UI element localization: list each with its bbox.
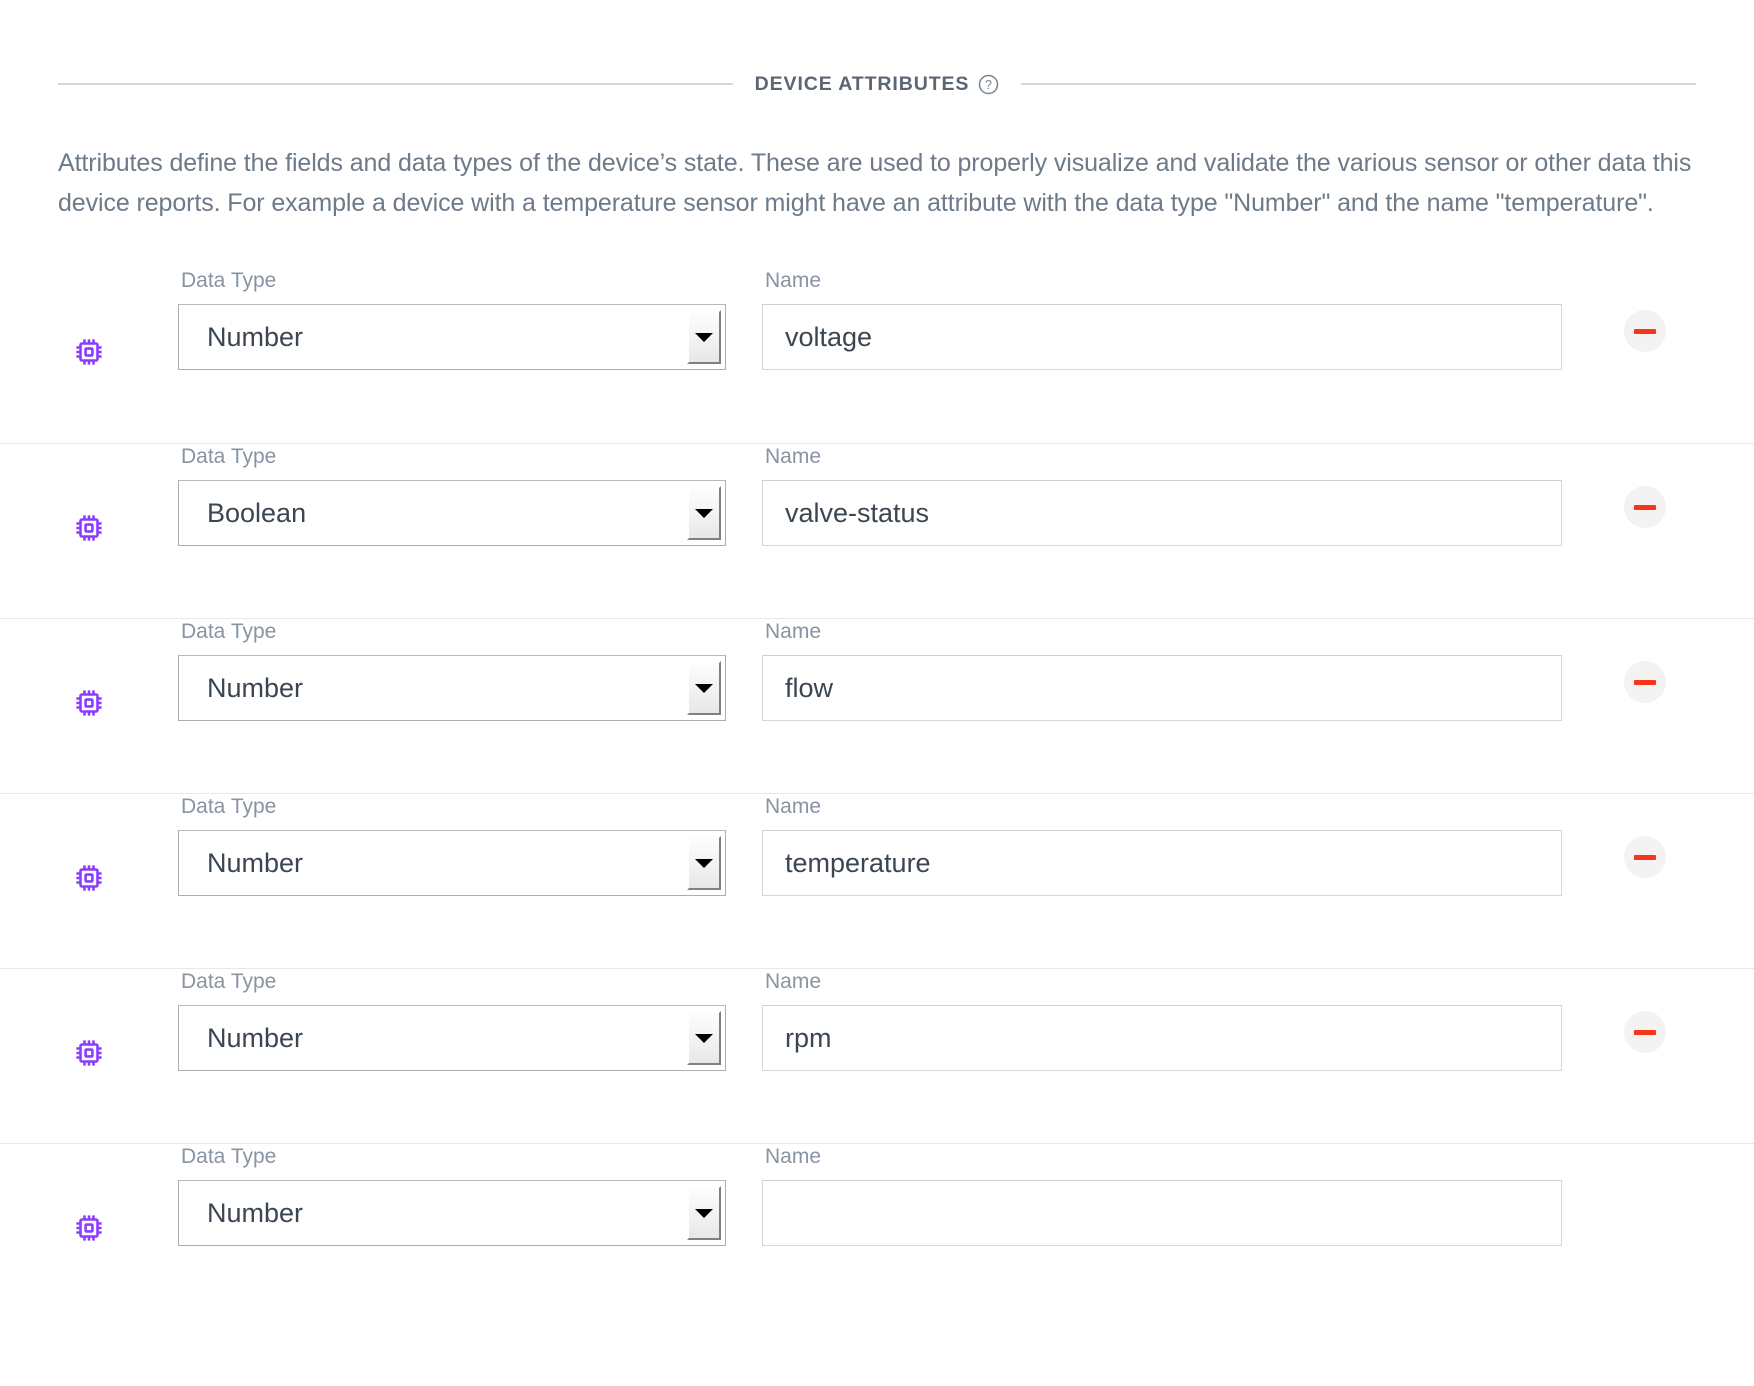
question-circle-icon[interactable]: ? (978, 74, 999, 95)
table-row: Data Type Boolean Name (0, 443, 1754, 618)
remove-attribute-button[interactable] (1624, 310, 1666, 352)
minus-icon (1634, 854, 1656, 860)
name-input[interactable] (762, 655, 1562, 721)
data-type-select[interactable]: Number (178, 1180, 726, 1246)
caret-down-icon[interactable] (687, 661, 721, 715)
table-row: Data Type Number Name (0, 1143, 1754, 1318)
header-rule-left (58, 83, 733, 85)
remove-attribute-button[interactable] (1624, 661, 1666, 703)
data-type-label: Data Type (181, 445, 277, 468)
data-type-label: Data Type (181, 795, 277, 818)
name-field: Name (762, 268, 1562, 370)
microchip-icon (72, 1036, 106, 1070)
minus-icon (1634, 679, 1656, 685)
section-title-wrap: DEVICE ATTRIBUTES ? (733, 73, 1022, 96)
remove-cell (1562, 794, 1754, 878)
data-type-value: Number (207, 849, 304, 877)
minus-icon (1634, 1029, 1656, 1035)
remove-cell (1562, 969, 1754, 1053)
data-type-field: Data Type Boolean (178, 444, 726, 546)
name-label: Name (765, 1145, 822, 1168)
remove-attribute-button[interactable] (1624, 486, 1666, 528)
table-row: Data Type Number Name (0, 268, 1754, 443)
remove-cell (1562, 444, 1754, 528)
name-field: Name (762, 444, 1562, 546)
device-attributes-page: DEVICE ATTRIBUTES ? Attributes define th… (0, 0, 1754, 1386)
svg-text:?: ? (985, 78, 992, 92)
microchip-icon (72, 686, 106, 720)
section-description: Attributes define the fields and data ty… (58, 149, 1692, 217)
caret-down-icon[interactable] (687, 1186, 721, 1240)
data-type-label: Data Type (181, 1145, 277, 1168)
name-input[interactable] (762, 480, 1562, 546)
data-type-field: Data Type Number (178, 268, 726, 370)
caret-down-icon[interactable] (687, 486, 721, 540)
name-input[interactable] (762, 830, 1562, 896)
name-label: Name (765, 269, 822, 292)
data-type-select[interactable]: Number (178, 655, 726, 721)
name-label: Name (765, 620, 822, 643)
row-icon-cell (0, 969, 178, 1104)
minus-icon (1634, 328, 1656, 334)
name-input[interactable] (762, 1005, 1562, 1071)
section-header: DEVICE ATTRIBUTES ? (0, 64, 1754, 104)
caret-down-icon[interactable] (687, 310, 721, 364)
data-type-field: Data Type Number (178, 1144, 726, 1246)
row-icon-cell (0, 444, 178, 579)
data-type-field: Data Type Number (178, 969, 726, 1071)
microchip-icon (72, 335, 106, 369)
name-label: Name (765, 445, 822, 468)
caret-down-icon[interactable] (687, 836, 721, 890)
remove-attribute-button[interactable] (1624, 836, 1666, 878)
data-type-value: Number (207, 1024, 304, 1052)
name-field: Name (762, 969, 1562, 1071)
name-field: Name (762, 1144, 1562, 1246)
data-type-field: Data Type Number (178, 794, 726, 896)
row-icon-cell (0, 268, 178, 403)
name-input[interactable] (762, 304, 1562, 370)
data-type-value: Number (207, 323, 304, 351)
minus-icon (1634, 504, 1656, 510)
data-type-value: Number (207, 674, 304, 702)
remove-cell (1562, 619, 1754, 703)
table-row: Data Type Number Name (0, 618, 1754, 793)
data-type-value: Number (207, 1199, 304, 1227)
row-icon-cell (0, 794, 178, 929)
name-field: Name (762, 794, 1562, 896)
data-type-field: Data Type Number (178, 619, 726, 721)
table-row: Data Type Number Name (0, 793, 1754, 968)
name-label: Name (765, 795, 822, 818)
data-type-select[interactable]: Number (178, 304, 726, 370)
attributes-list: Data Type Number Name voltage Data Type … (0, 268, 1754, 1318)
data-type-label: Data Type (181, 970, 277, 993)
name-field: Name (762, 619, 1562, 721)
name-label: Name (765, 970, 822, 993)
header-rule-right (1021, 83, 1696, 85)
microchip-icon (72, 511, 106, 545)
name-input[interactable] (762, 1180, 1562, 1246)
data-type-value: Boolean (207, 499, 307, 527)
caret-down-icon[interactable] (687, 1011, 721, 1065)
table-row: Data Type Number Name (0, 968, 1754, 1143)
microchip-icon (72, 1211, 106, 1245)
row-icon-cell (0, 619, 178, 754)
data-type-select[interactable]: Number (178, 830, 726, 896)
data-type-label: Data Type (181, 269, 277, 292)
remove-attribute-button[interactable] (1624, 1011, 1666, 1053)
page-title: DEVICE ATTRIBUTES (754, 72, 970, 95)
microchip-icon (72, 861, 106, 895)
data-type-select[interactable]: Number (178, 1005, 726, 1071)
remove-cell (1562, 268, 1754, 352)
data-type-select[interactable]: Boolean (178, 480, 726, 546)
data-type-label: Data Type (181, 620, 277, 643)
row-icon-cell (0, 1144, 178, 1279)
